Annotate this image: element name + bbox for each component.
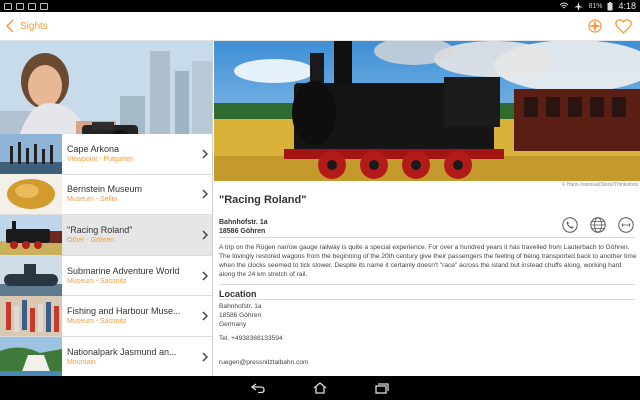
chevron-right-icon	[202, 271, 208, 281]
app-screen: 81% 4:18 Sights Cape Arkona Viewpoint - …	[0, 0, 640, 400]
item-title: Cape Arkona	[67, 143, 120, 154]
thumbnail-bernstein-museum	[0, 174, 62, 215]
thumbnail-submarine	[0, 255, 62, 296]
chevron-right-icon	[202, 352, 208, 362]
hero-image-photographer	[0, 41, 212, 134]
list-item[interactable]: Submarine Adventure World Museum - Sassn…	[0, 255, 212, 297]
list-item[interactable]: Fishing and Harbour Muse... Museum - Sas…	[0, 296, 212, 337]
list-item-selected[interactable]: "Racing Roland" Other - Göhren	[0, 214, 212, 256]
page-title: Sights	[20, 20, 48, 32]
sights-list-panel: Cape Arkona Viewpoint - Putgarten Bernst…	[0, 41, 213, 376]
address-city: 18586 Göhren	[219, 228, 266, 235]
phone-icon[interactable]	[562, 217, 578, 233]
item-subtitle: Viewpoint - Putgarten	[67, 155, 134, 163]
chevron-right-icon	[202, 230, 208, 240]
back-button[interactable]	[2, 12, 18, 41]
home-nav-icon[interactable]	[313, 382, 327, 394]
chevron-right-icon	[202, 189, 208, 199]
item-title: Nationalpark Jasmund an...	[67, 346, 177, 357]
detail-panel: © Hans-Ivanova/iStock/Thinkstock "Racing…	[214, 41, 640, 376]
thumbnail-nationalpark-jasmund	[0, 336, 62, 376]
detail-photo-train	[214, 41, 640, 181]
item-title: Bernstein Museum	[67, 184, 143, 195]
chevron-right-icon	[202, 149, 208, 159]
compass-icon[interactable]	[587, 18, 603, 34]
location-address: Bahnhofstr. 1a 18586 Göhren Germany	[219, 302, 262, 329]
notification-icons	[4, 2, 48, 10]
detail-address: Bahnhofstr. 1a 18586 Göhren	[219, 218, 268, 236]
item-subtitle: Museum - Sassnitz	[67, 277, 127, 285]
route-icon[interactable]	[618, 217, 634, 233]
detail-description: A trip on the Rügen narrow gauge railway…	[219, 244, 637, 278]
detail-title: "Racing Roland"	[219, 194, 307, 206]
hero-photo	[0, 41, 212, 134]
system-nav-bar	[0, 376, 640, 400]
location-heading: Location	[219, 289, 257, 299]
location-country: Germany	[219, 321, 247, 328]
location-city: 18586 Göhren	[219, 312, 262, 319]
image-notification-icon	[4, 2, 12, 10]
chevron-right-icon	[202, 311, 208, 321]
play-store-notification-icon	[28, 2, 36, 10]
back-nav-icon[interactable]	[251, 383, 265, 393]
item-subtitle: Mountain	[67, 358, 96, 366]
item-subtitle: Museum - Sassnitz	[67, 318, 127, 326]
globe-icon[interactable]	[590, 217, 606, 233]
item-subtitle: Museum - Sellin	[67, 196, 118, 204]
action-bar: Sights	[0, 12, 640, 41]
item-title: Fishing and Harbour Muse...	[67, 306, 181, 317]
photo-credit: © Hans-Ivanova/iStock/Thinkstock	[561, 182, 638, 188]
list-item[interactable]: Cape Arkona Viewpoint - Putgarten	[0, 133, 212, 175]
address-street: Bahnhofstr. 1a	[219, 219, 268, 226]
contact-actions	[562, 217, 634, 233]
clock: 4:18	[618, 1, 636, 11]
thumbnail-racing-roland	[0, 214, 62, 255]
item-title: Submarine Adventure World	[67, 265, 180, 276]
battery-icon	[607, 1, 613, 10]
divider	[219, 299, 635, 300]
thumbnail-fishing-harbour	[0, 296, 62, 337]
list-item[interactable]: Nationalpark Jasmund an... Mountain	[0, 336, 212, 376]
divider	[219, 237, 635, 238]
battery-level: 81%	[588, 2, 603, 10]
divider	[219, 284, 635, 285]
file-notification-icon	[16, 2, 24, 10]
item-subtitle: Other - Göhren	[67, 236, 115, 244]
email-link[interactable]: ruegen@pressnitztalbahn.com	[219, 359, 309, 366]
airplane-mode-icon	[574, 1, 584, 10]
heart-icon[interactable]	[615, 18, 632, 34]
wifi-icon	[560, 2, 569, 9]
location-street: Bahnhofstr. 1a	[219, 303, 262, 310]
item-title: "Racing Roland"	[67, 224, 133, 235]
thumbnail-cape-arkona	[0, 133, 62, 174]
chevron-left-icon	[6, 19, 14, 33]
telephone-link[interactable]: Tel. +4938388133594	[219, 335, 283, 342]
list-item[interactable]: Bernstein Museum Museum - Sellin	[0, 174, 212, 216]
status-bar: 81% 4:18	[0, 0, 640, 12]
android-notification-icon	[40, 2, 48, 10]
recents-nav-icon[interactable]	[375, 382, 389, 394]
